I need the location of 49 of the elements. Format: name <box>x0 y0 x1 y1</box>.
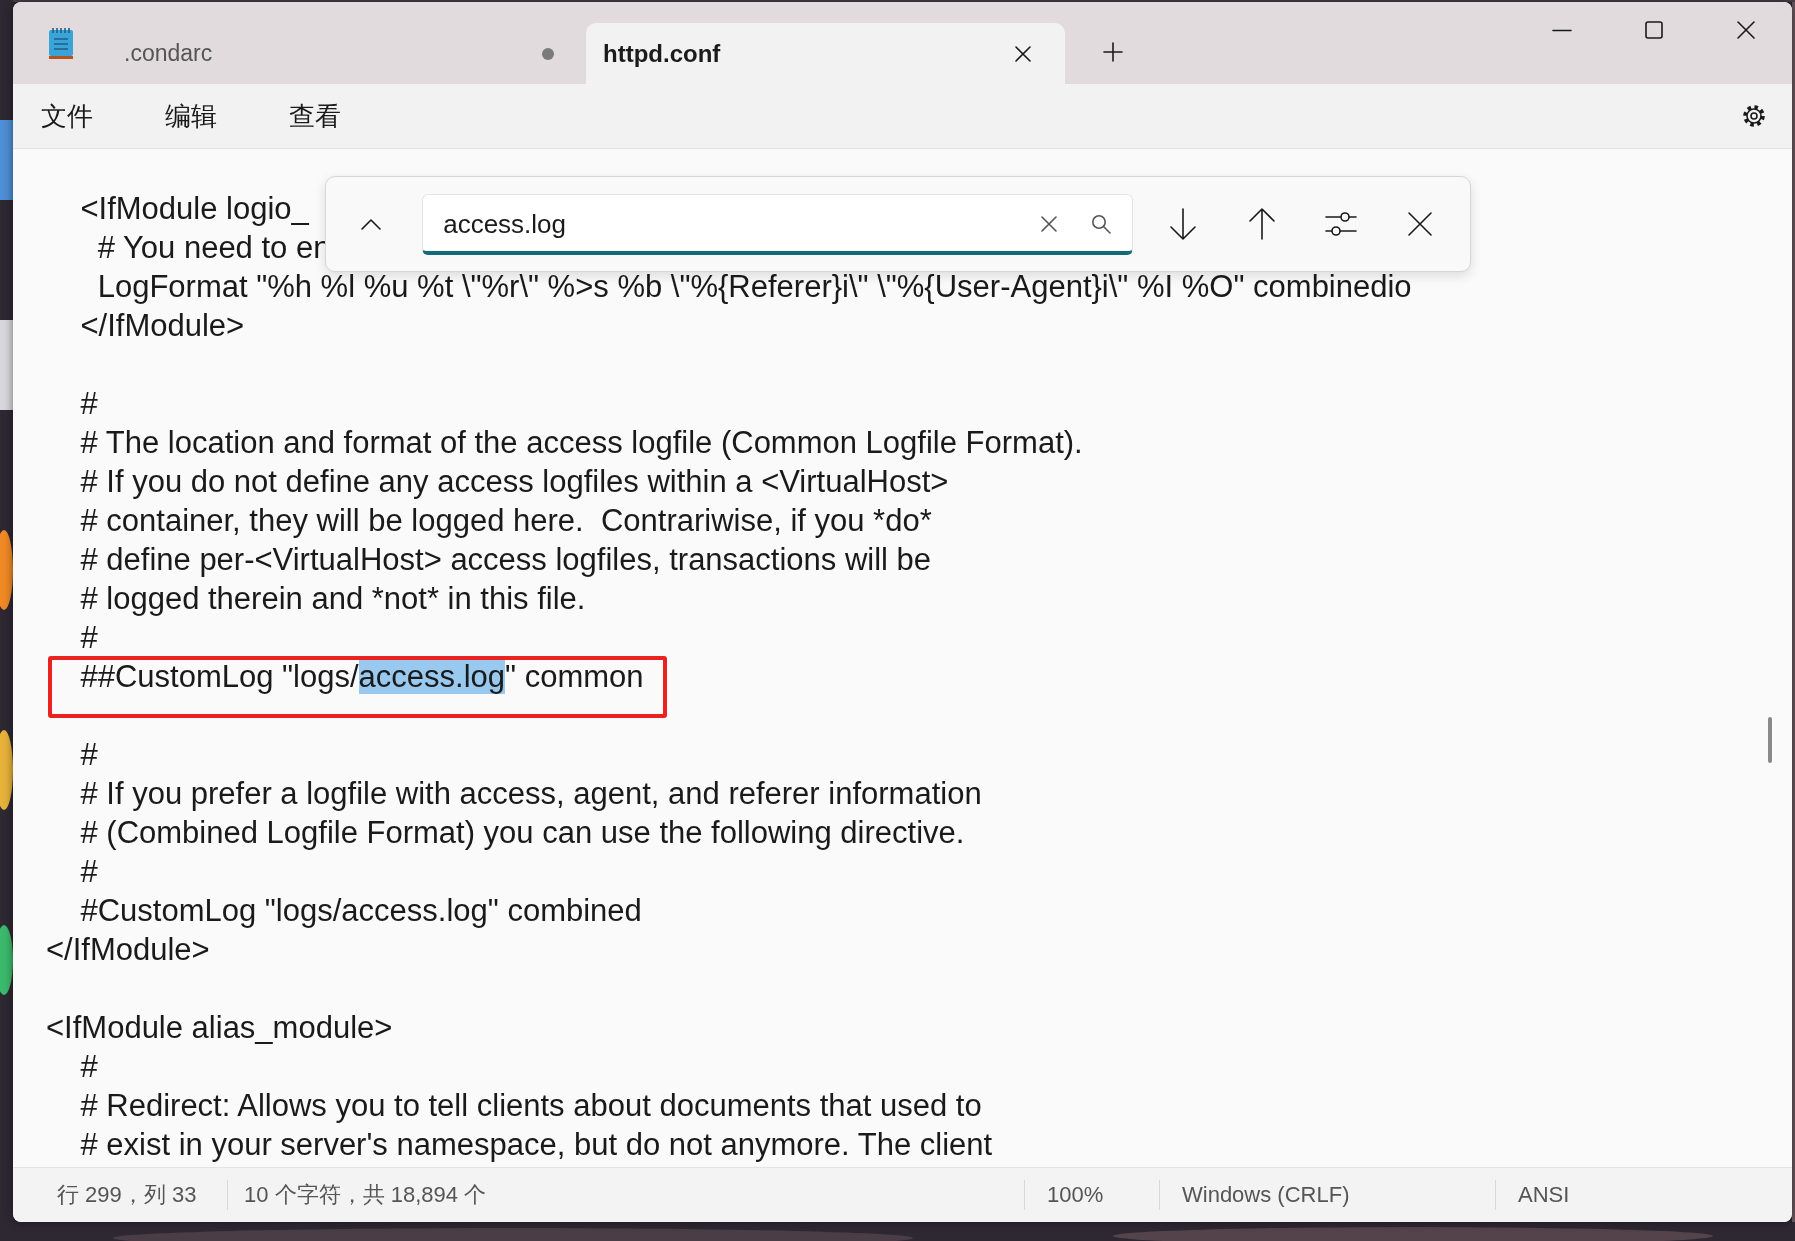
tab[interactable]: .condarc <box>100 23 586 84</box>
code-line: # Redirect: Allows you to tell clients about documents that used to <box>79 1088 982 1123</box>
maximize-icon <box>1644 20 1664 40</box>
status-text: 10 个字符，共 18,894 个 <box>227 1180 1024 1210</box>
code-line: </IfModule> <box>79 308 245 343</box>
code-line: # <box>79 1049 98 1084</box>
code-line: </IfModule> <box>46 932 210 967</box>
code-line: #CustomLog "logs/access.log" combined <box>79 893 642 928</box>
minimize-icon <box>1552 28 1572 32</box>
close-icon <box>1014 44 1032 63</box>
code-line: <IfModule alias_module> <box>46 1010 393 1045</box>
status-text: Windows (CRLF) <box>1159 1180 1495 1210</box>
scrollbar-thumb[interactable] <box>1768 717 1772 763</box>
menu-item[interactable]: 查看 <box>277 92 353 140</box>
code-line: LogFormat "%h %l %u %t \"%r\" %>s %b \"%{Referer}i\" \"%{User-Agent}i\" %I %O" combinedio <box>96 269 1412 304</box>
status-text: ANSI <box>1495 1180 1792 1210</box>
sliders-icon <box>1324 209 1359 239</box>
code-line: # <box>79 620 98 655</box>
code-line: # (Combined Logfile Format) you can use the following directive. <box>79 815 965 850</box>
close-icon <box>1040 214 1059 233</box>
menu-item[interactable]: 编辑 <box>153 92 229 140</box>
code-line: # <box>79 854 98 889</box>
code-line: # logged therein and *not* in this file. <box>79 581 586 616</box>
status-text: 100% <box>1024 1180 1159 1210</box>
search-icon <box>1091 213 1112 234</box>
code-line: # define per-<VirtualHost> access logfiles, transactions will be <box>79 542 932 577</box>
code-line: # container, they will be logged here. Contrariwise, if you *do* <box>79 503 932 538</box>
code-line: # <box>79 386 98 421</box>
arrow-down-icon <box>1167 207 1198 241</box>
chevron-up-icon <box>359 217 382 231</box>
settings-icon[interactable] <box>1740 102 1768 130</box>
tab[interactable]: httpd.conf <box>586 23 1065 84</box>
status-text: 行 299，列 33 <box>56 1181 198 1209</box>
code-line: # exist in your server's namespace, but do not anymore. The client <box>79 1127 993 1162</box>
code-line: <IfModule logio_ <box>79 191 309 226</box>
close-icon <box>1736 20 1756 40</box>
code-line: # If you prefer a logfile with access, agent, and referer information <box>79 776 982 811</box>
plus-icon <box>1103 42 1123 62</box>
code-line: # <box>79 737 98 772</box>
close-find-icon <box>1407 211 1434 237</box>
arrow-up-icon <box>1247 207 1277 241</box>
code-line: ##CustomLog "logs/access.log" common <box>79 659 644 694</box>
menu-item[interactable]: 文件 <box>29 92 105 140</box>
unsaved-dot-icon <box>542 47 554 60</box>
code-line: # The location and format of the access logfile (Common Logfile Format). <box>79 425 1083 460</box>
search-field[interactable]: access.log <box>422 193 1134 255</box>
code-line: # If you do not define any access logfiles within a <VirtualHost> <box>79 464 949 499</box>
tab-label: .condarc <box>124 40 214 67</box>
tab-label: httpd.conf <box>603 39 722 68</box>
